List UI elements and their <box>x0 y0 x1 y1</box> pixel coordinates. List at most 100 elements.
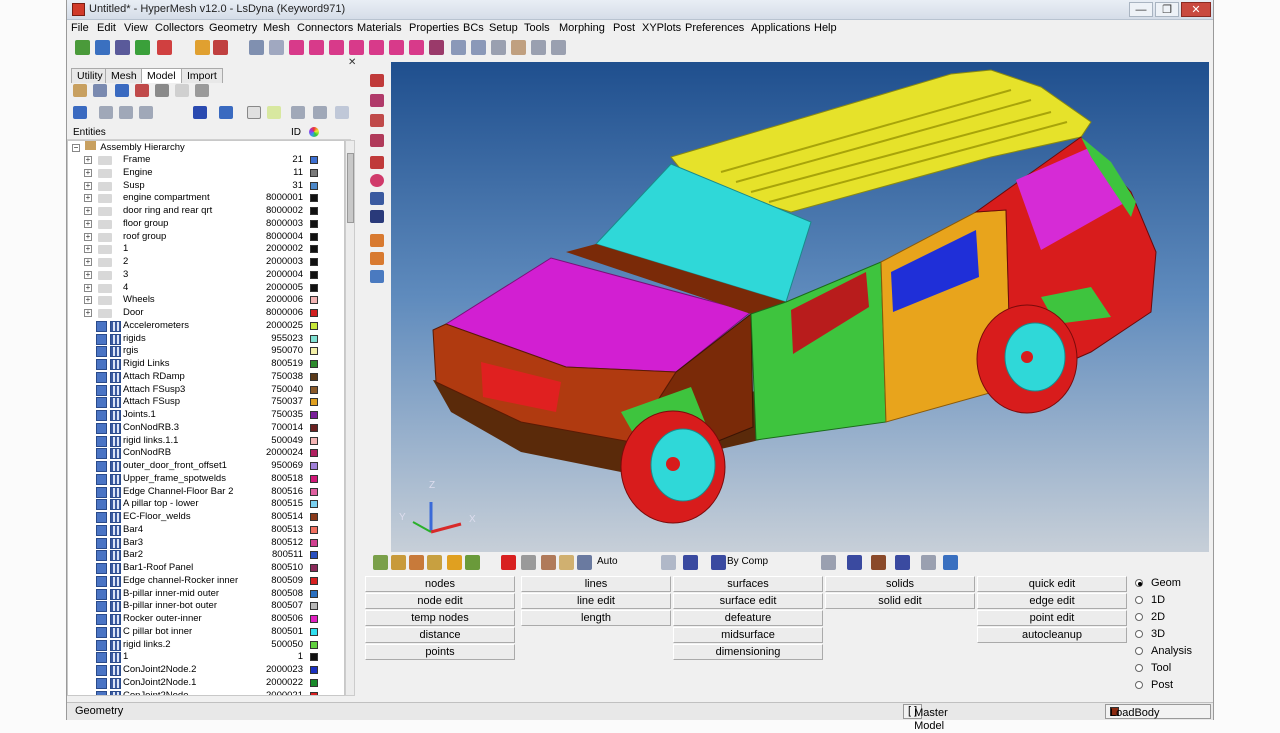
view-top-icon[interactable] <box>309 40 324 55</box>
print-icon[interactable] <box>943 555 958 570</box>
color-swatch[interactable] <box>310 602 318 611</box>
highlight-icon[interactable] <box>267 106 281 119</box>
color-swatch[interactable] <box>310 270 318 279</box>
color-swatch[interactable] <box>310 487 318 496</box>
open-model-icon[interactable] <box>95 40 110 55</box>
color-swatch[interactable] <box>310 347 318 356</box>
color-swatch[interactable] <box>310 500 318 509</box>
color-swatch[interactable] <box>310 194 318 203</box>
color-swatch[interactable] <box>310 372 318 381</box>
user-profile-icon[interactable] <box>195 40 210 55</box>
tree-row[interactable]: Bar2 800511 <box>68 549 344 562</box>
tree-row[interactable]: B-pillar inner-bot outer 800507 <box>68 600 344 613</box>
component-visibility-icon[interactable] <box>96 588 107 600</box>
panel-autocleanup[interactable]: autocleanup <box>977 627 1127 643</box>
pointer-icon[interactable] <box>247 106 261 119</box>
display-all-icon[interactable] <box>193 106 207 119</box>
clip-icon[interactable] <box>370 156 384 169</box>
delete-icon[interactable] <box>501 555 516 570</box>
menu-edit[interactable]: Edit <box>97 22 116 34</box>
feature-icon[interactable] <box>921 555 936 570</box>
tree-row[interactable]: Joints.1 750035 <box>68 409 344 422</box>
shrink-icon[interactable] <box>871 555 886 570</box>
expand-toggle[interactable]: + <box>84 181 92 190</box>
material-icon[interactable] <box>135 84 149 97</box>
component-visibility-icon[interactable] <box>96 512 107 523</box>
rotate-icon[interactable] <box>491 40 506 55</box>
zoom-in-icon[interactable] <box>451 40 466 55</box>
panel-line-edit[interactable]: line edit <box>521 593 671 609</box>
color-swatch[interactable] <box>310 309 318 317</box>
view-front-icon[interactable] <box>349 40 364 55</box>
panel-distance[interactable]: distance <box>365 627 515 643</box>
color-swatch[interactable] <box>310 615 318 623</box>
label-abc2-icon[interactable] <box>370 252 384 265</box>
assembly-icon[interactable] <box>73 84 87 97</box>
expand-toggle[interactable]: + <box>84 156 92 164</box>
menu-bcs[interactable]: BCs <box>463 22 484 34</box>
tree-row[interactable]: Attach RDamp 750038 <box>68 371 344 384</box>
tree-row[interactable]: ConNodRB.3 700014 <box>68 422 344 435</box>
menu-collectors[interactable]: Collectors <box>155 22 204 34</box>
collapse-icon[interactable] <box>119 106 133 119</box>
expand-toggle[interactable]: + <box>84 283 92 292</box>
menu-setup[interactable]: Setup <box>489 22 518 34</box>
tree-row[interactable]: rigids 955023 <box>68 333 344 346</box>
menu-view[interactable]: View <box>124 22 148 34</box>
panel-quick-edit[interactable]: quick edit <box>977 576 1127 592</box>
tree-row[interactable]: +4 2000005 <box>68 282 344 295</box>
tree-row[interactable]: rigid links.1.1 500049 <box>68 435 344 448</box>
color-swatch[interactable] <box>310 525 318 534</box>
menu-xyplots[interactable]: XYPlots <box>642 22 681 34</box>
tree-row[interactable]: Bar3 800512 <box>68 537 344 550</box>
menu-mesh[interactable]: Mesh <box>263 22 290 34</box>
component-visibility-icon[interactable] <box>96 665 107 676</box>
tab-import[interactable]: Import <box>181 68 223 83</box>
panel-solid-edit[interactable]: solid edit <box>825 593 975 609</box>
minimize-button[interactable]: — <box>1129 2 1153 17</box>
tab-utility[interactable]: Utility <box>71 68 109 83</box>
tree-row[interactable]: Bar1-Roof Panel 800510 <box>68 562 344 575</box>
component-visibility-icon[interactable] <box>96 537 107 549</box>
tree-row[interactable]: Attach FSusp3 750040 <box>68 384 344 397</box>
property-icon[interactable] <box>155 84 169 97</box>
menu-properties[interactable]: Properties <box>409 22 459 34</box>
panel-midsurface[interactable]: midsurface <box>673 627 823 643</box>
component-visibility-icon[interactable] <box>96 461 107 472</box>
tree-row[interactable]: +3 2000004 <box>68 269 344 282</box>
settings-icon[interactable] <box>195 84 209 97</box>
color-swatch[interactable] <box>310 678 318 687</box>
component-visibility-icon[interactable] <box>96 320 107 332</box>
tree-row[interactable]: EC-Floor_welds 800514 <box>68 511 344 524</box>
color-swatch[interactable] <box>310 640 318 649</box>
panel-length[interactable]: length <box>521 610 671 626</box>
color-swatch[interactable] <box>310 666 318 674</box>
scroll-thumb[interactable] <box>347 153 354 223</box>
color-swatch[interactable] <box>310 589 318 598</box>
assembly-hierarchy-root[interactable]: − Assembly Hierarchy <box>72 141 185 153</box>
expand-toggle[interactable]: + <box>84 168 92 177</box>
menu-morphing[interactable]: Morphing <box>559 22 605 34</box>
tree-row[interactable]: +1 2000002 <box>68 243 344 256</box>
tree-row[interactable]: Upper_frame_spotwelds 800518 <box>68 473 344 486</box>
menu-help[interactable]: Help <box>814 22 837 34</box>
tab-mesh[interactable]: Mesh <box>105 68 143 83</box>
component-visibility-icon[interactable] <box>96 448 107 460</box>
export-icon[interactable] <box>157 40 172 55</box>
model-browser-icon[interactable] <box>213 40 228 55</box>
view-cube-icon[interactable] <box>683 555 698 570</box>
component-visibility-icon[interactable] <box>96 677 107 689</box>
entity-select-icon[interactable] <box>370 174 384 187</box>
tree-row[interactable]: + engine compartment 8000001 <box>68 192 344 205</box>
tree-row[interactable]: Edge channel-Rocker inner 800509 <box>68 575 344 588</box>
expand-toggle[interactable]: + <box>84 245 92 254</box>
expand-toggle[interactable]: + <box>84 207 92 215</box>
shaded-element-icon[interactable] <box>847 555 862 570</box>
color-swatch[interactable] <box>310 258 318 266</box>
mask-icon[interactable] <box>370 94 384 107</box>
tree-row[interactable]: ConJoint2Node 2000021 <box>68 690 344 695</box>
component-visibility-icon[interactable] <box>96 499 107 511</box>
color-swatch[interactable] <box>310 156 318 164</box>
component-visibility-icon[interactable] <box>96 422 107 434</box>
component-visibility-icon[interactable] <box>96 346 107 358</box>
